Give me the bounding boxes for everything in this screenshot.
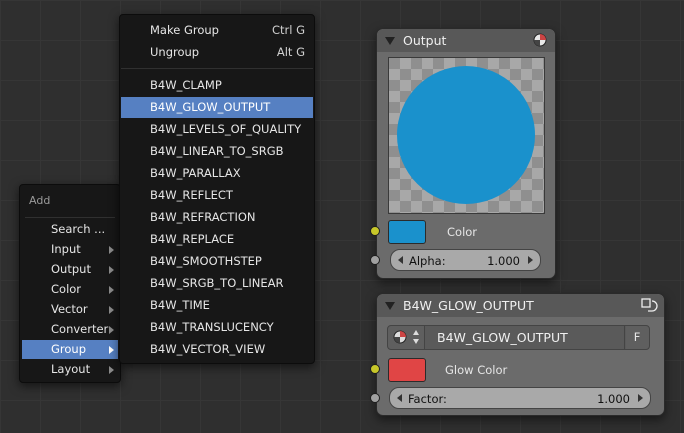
menu-item-vector[interactable]: Vector: [22, 300, 118, 319]
alpha-input-socket[interactable]: [370, 255, 380, 265]
group-item-b4w-glow-output[interactable]: B4W_GLOW_OUTPUT: [121, 97, 313, 118]
menu-item-label: B4W_SRGB_TO_LINEAR: [150, 276, 284, 290]
menu-item-make-group[interactable]: Make Group Ctrl G: [121, 20, 313, 41]
submenu-arrow-icon: [109, 326, 114, 334]
menu-item-color[interactable]: Color: [22, 280, 118, 299]
glow-color-input-socket[interactable]: [370, 364, 380, 374]
group-item-b4w-levels-of-quality[interactable]: B4W_LEVELS_OF_QUALITY: [121, 119, 313, 140]
group-item-b4w-smoothstep[interactable]: B4W_SMOOTHSTEP: [121, 251, 313, 272]
menu-item-label: B4W_SMOOTHSTEP: [150, 254, 262, 268]
menu-item-label: Converter: [51, 322, 109, 336]
alpha-value: 1.000: [487, 254, 520, 268]
menu-item-label: Output: [51, 262, 91, 276]
menu-item-label: Ungroup: [150, 45, 200, 59]
glow-node-title: B4W_GLOW_OUTPUT: [403, 298, 534, 313]
node-tree-browse-icon[interactable]: [392, 329, 408, 345]
menu-item-ungroup[interactable]: Ungroup Alt G: [121, 42, 313, 63]
menu-item-label: B4W_GLOW_OUTPUT: [150, 100, 271, 114]
menu-item-label: B4W_LINEAR_TO_SRGB: [150, 144, 284, 158]
group-item-b4w-clamp[interactable]: B4W_CLAMP: [121, 75, 313, 96]
submenu-arrow-icon: [109, 366, 114, 374]
group-name-field[interactable]: B4W_GLOW_OUTPUT: [424, 326, 626, 349]
decrement-arrow-icon[interactable]: [397, 394, 402, 402]
group-item-b4w-replace[interactable]: B4W_REPLACE: [121, 229, 313, 250]
menu-item-output[interactable]: Output: [22, 260, 118, 279]
menu-item-label: B4W_PARALLAX: [150, 166, 241, 180]
submenu-arrow-icon: [109, 346, 114, 354]
menu-item-label: Color: [51, 282, 82, 296]
group-item-b4w-time[interactable]: B4W_TIME: [121, 295, 313, 316]
alpha-field[interactable]: Alpha: 1.000: [390, 249, 541, 271]
submenu-arrow-icon: [109, 306, 114, 314]
menu-item-group[interactable]: Group: [22, 340, 118, 359]
color-input-socket[interactable]: [370, 226, 380, 236]
menu-item-label: B4W_REFLECT: [150, 188, 233, 202]
menu-item-layout[interactable]: Layout: [22, 360, 118, 379]
add-menu: Add Search ... Input Output Color Vector…: [19, 184, 121, 383]
factor-value: 1.000: [597, 392, 630, 406]
group-submenu: Make Group Ctrl G Ungroup Alt G B4W_CLAM…: [119, 14, 315, 364]
group-item-b4w-parallax[interactable]: B4W_PARALLAX: [121, 163, 313, 184]
output-preview: [388, 57, 545, 214]
collapse-triangle-icon[interactable]: [385, 302, 395, 310]
increment-arrow-icon[interactable]: [528, 256, 533, 264]
menu-item-label: B4W_CLAMP: [150, 78, 222, 92]
menu-item-label: Vector: [51, 302, 88, 316]
group-item-b4w-vector-view[interactable]: B4W_VECTOR_VIEW: [121, 339, 313, 360]
increment-arrow-icon[interactable]: [638, 394, 643, 402]
factor-field[interactable]: Factor: 1.000: [389, 387, 651, 409]
up-down-arrow-icon[interactable]: [412, 329, 420, 345]
group-name-value: B4W_GLOW_OUTPUT: [437, 330, 568, 345]
menu-item-label: Input: [51, 242, 81, 256]
menu-divider: [121, 68, 313, 69]
decrement-arrow-icon[interactable]: [398, 256, 403, 264]
menu-divider: [25, 217, 115, 218]
menu-item-search[interactable]: Search ...: [22, 220, 118, 239]
collapse-triangle-icon[interactable]: [385, 37, 395, 45]
output-node-title: Output: [403, 33, 447, 48]
submenu-arrow-icon: [109, 266, 114, 274]
menu-item-label: Make Group: [150, 23, 219, 37]
glow-color-swatch[interactable]: [388, 358, 426, 382]
group-item-b4w-srgb-to-linear[interactable]: B4W_SRGB_TO_LINEAR: [121, 273, 313, 294]
submenu-arrow-icon: [109, 246, 114, 254]
menu-item-label: Layout: [51, 362, 91, 376]
group-item-b4w-linear-to-srgb[interactable]: B4W_LINEAR_TO_SRGB: [121, 141, 313, 162]
fake-user-button[interactable]: F: [624, 326, 649, 349]
menu-item-label: B4W_TIME: [150, 298, 210, 312]
group-item-b4w-reflect[interactable]: B4W_REFLECT: [121, 185, 313, 206]
menu-item-label: B4W_VECTOR_VIEW: [150, 342, 266, 356]
menu-item-label: B4W_REFRACTION: [150, 210, 256, 224]
color-swatch[interactable]: [388, 220, 426, 244]
glow-node-header[interactable]: B4W_GLOW_OUTPUT: [377, 294, 664, 317]
shortcut-label: Ctrl G: [271, 23, 305, 37]
color-label: Color: [447, 225, 478, 239]
shortcut-label: Alt G: [276, 45, 305, 59]
menu-item-label: Group: [51, 342, 87, 356]
node-group-icon[interactable]: [640, 297, 658, 313]
add-menu-title: Add: [29, 194, 51, 207]
menu-item-input[interactable]: Input: [22, 240, 118, 259]
factor-input-socket[interactable]: [370, 393, 380, 403]
menu-item-label: B4W_REPLACE: [150, 232, 235, 246]
group-item-b4w-refraction[interactable]: B4W_REFRACTION: [121, 207, 313, 228]
menu-item-label: B4W_LEVELS_OF_QUALITY: [150, 122, 302, 136]
submenu-arrow-icon: [109, 286, 114, 294]
preview-sphere: [397, 66, 535, 204]
sphere-preview-icon[interactable]: [533, 33, 547, 47]
menu-item-label: Search ...: [51, 222, 106, 236]
group-datablock-selector[interactable]: B4W_GLOW_OUTPUT F: [387, 325, 650, 350]
factor-label: Factor:: [408, 392, 447, 406]
alpha-label: Alpha:: [409, 254, 446, 268]
glow-color-label: Glow Color: [445, 363, 508, 377]
menu-item-converter[interactable]: Converter: [22, 320, 118, 339]
fake-user-label: F: [633, 330, 641, 344]
menu-item-label: B4W_TRANSLUCENCY: [150, 320, 274, 334]
group-item-b4w-translucency[interactable]: B4W_TRANSLUCENCY: [121, 317, 313, 338]
output-node-header[interactable]: Output: [377, 29, 555, 52]
